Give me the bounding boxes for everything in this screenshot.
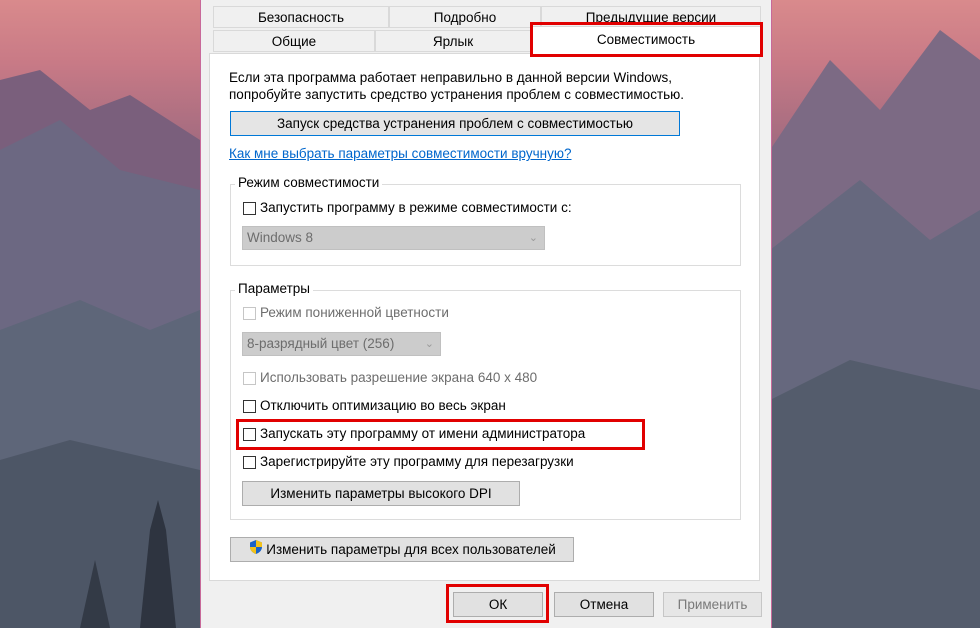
reduced-color-label: Режим пониженной цветности: [260, 305, 449, 320]
description-line-1: Если эта программа работает неправильно …: [229, 70, 673, 85]
properties-dialog: Безопасность Подробно Предыдущие версии …: [200, 0, 772, 628]
tab-security[interactable]: Безопасность: [213, 6, 389, 28]
run-troubleshooter-button[interactable]: Запуск средства устранения проблем с сов…: [230, 111, 680, 136]
all-users-button[interactable]: Изменить параметры для всех пользователе…: [230, 537, 574, 562]
tab-shortcut[interactable]: Ярлык: [375, 30, 531, 52]
compatibility-panel: Если эта программа работает неправильно …: [209, 53, 760, 581]
tab-previous-versions[interactable]: Предыдущие версии: [541, 6, 761, 28]
all-users-button-label: Изменить параметры для всех пользователе…: [266, 542, 556, 557]
tab-compatibility[interactable]: Совместимость: [531, 26, 761, 54]
fullscreen-opt-label: Отключить оптимизацию во весь экран: [260, 398, 506, 413]
run-as-admin-checkbox[interactable]: [243, 428, 256, 441]
color-depth-select-value: 8-разрядный цвет (256): [247, 336, 395, 351]
chevron-down-icon: ⌄: [528, 232, 538, 244]
color-depth-select[interactable]: 8-разрядный цвет (256) ⌄: [242, 332, 441, 356]
fullscreen-opt-checkbox[interactable]: [243, 400, 256, 413]
uac-shield-icon: [248, 539, 264, 562]
description-line-2: попробуйте запустить средство устранения…: [229, 87, 685, 102]
tab-general[interactable]: Общие: [213, 30, 375, 52]
compat-mode-title: Режим совместимости: [235, 175, 383, 190]
manual-settings-link[interactable]: Как мне выбрать параметры совместимости …: [229, 146, 572, 161]
high-dpi-button[interactable]: Изменить параметры высокого DPI: [242, 481, 520, 506]
resolution-checkbox[interactable]: [243, 372, 256, 385]
cancel-button[interactable]: Отмена: [554, 592, 654, 617]
ok-button[interactable]: ОК: [453, 592, 543, 617]
compat-mode-label: Запустить программу в режиме совместимос…: [260, 200, 572, 215]
tab-details[interactable]: Подробно: [389, 6, 541, 28]
apply-button[interactable]: Применить: [663, 592, 762, 617]
register-restart-label: Зарегистрируйте эту программу для переза…: [260, 454, 574, 469]
run-as-admin-label: Запускать эту программу от имени админис…: [260, 426, 586, 441]
resolution-label: Использовать разрешение экрана 640 x 480: [260, 370, 538, 385]
register-restart-checkbox[interactable]: [243, 456, 256, 469]
compat-os-select[interactable]: Windows 8 ⌄: [242, 226, 545, 250]
settings-title: Параметры: [235, 281, 313, 296]
chevron-down-icon: ⌄: [424, 338, 434, 350]
reduced-color-checkbox[interactable]: [243, 307, 256, 320]
compat-mode-checkbox[interactable]: [243, 202, 256, 215]
compat-mode-group: [230, 184, 741, 266]
compat-os-select-value: Windows 8: [247, 230, 314, 245]
